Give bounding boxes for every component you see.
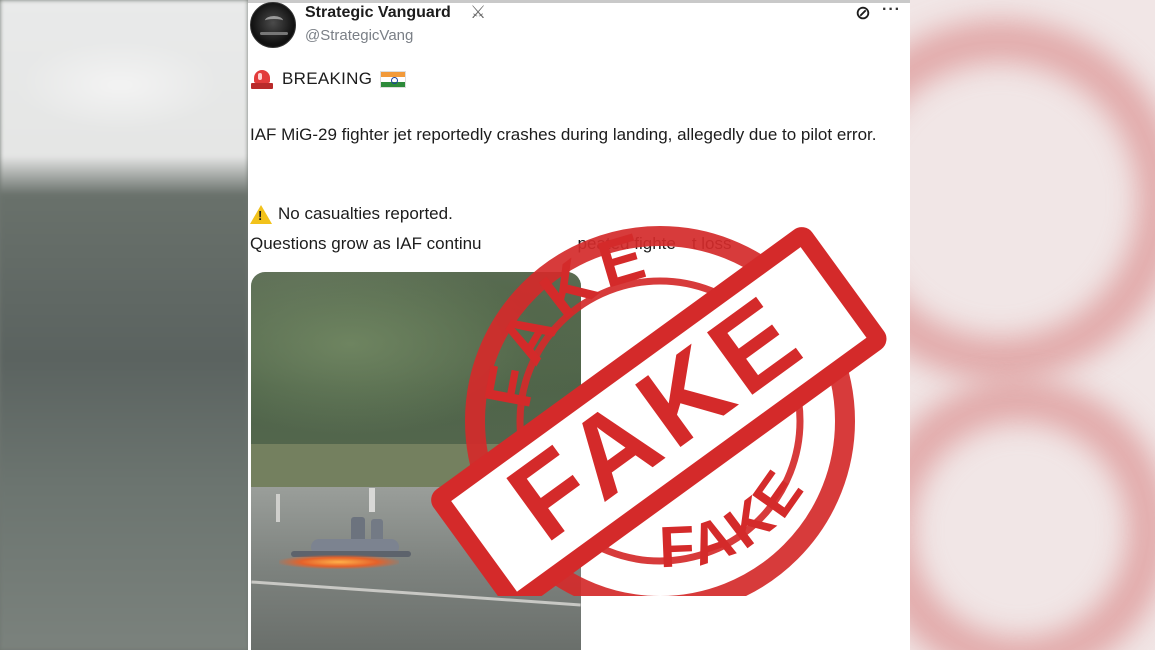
tweet-text: IAF MiG-29 fighter jet reportedly crashe… xyxy=(250,125,877,144)
siren-icon xyxy=(250,68,274,90)
background-smear xyxy=(20,40,220,130)
india-flag-icon xyxy=(380,70,407,88)
breaking-label: BREAKING xyxy=(282,69,373,88)
crossed-swords-icon: ⚔ xyxy=(470,2,487,22)
avatar-text-mark xyxy=(260,32,288,35)
breaking-line: BREAKING xyxy=(250,66,407,92)
fake-stamp: FAKE FAKE FAKE xyxy=(425,196,890,616)
avatar[interactable] xyxy=(250,2,296,48)
background-left-blur xyxy=(0,0,248,650)
warning-line: No casualties reported. xyxy=(250,204,453,224)
warning-icon xyxy=(250,204,272,224)
author-name[interactable]: Strategic Vanguard xyxy=(305,4,451,22)
blurred-stamp-ring xyxy=(910,20,1155,380)
author-handle[interactable]: @StrategicVang xyxy=(305,27,413,44)
background-right-blur xyxy=(910,0,1155,650)
avatar-emblem-icon xyxy=(265,16,283,25)
sparks-fire xyxy=(279,555,399,569)
top-divider xyxy=(248,0,910,3)
more-icon[interactable]: ··· xyxy=(882,1,906,25)
blurred-stamp-ring xyxy=(910,380,1155,650)
grok-icon[interactable]: ⊘ xyxy=(850,2,876,26)
